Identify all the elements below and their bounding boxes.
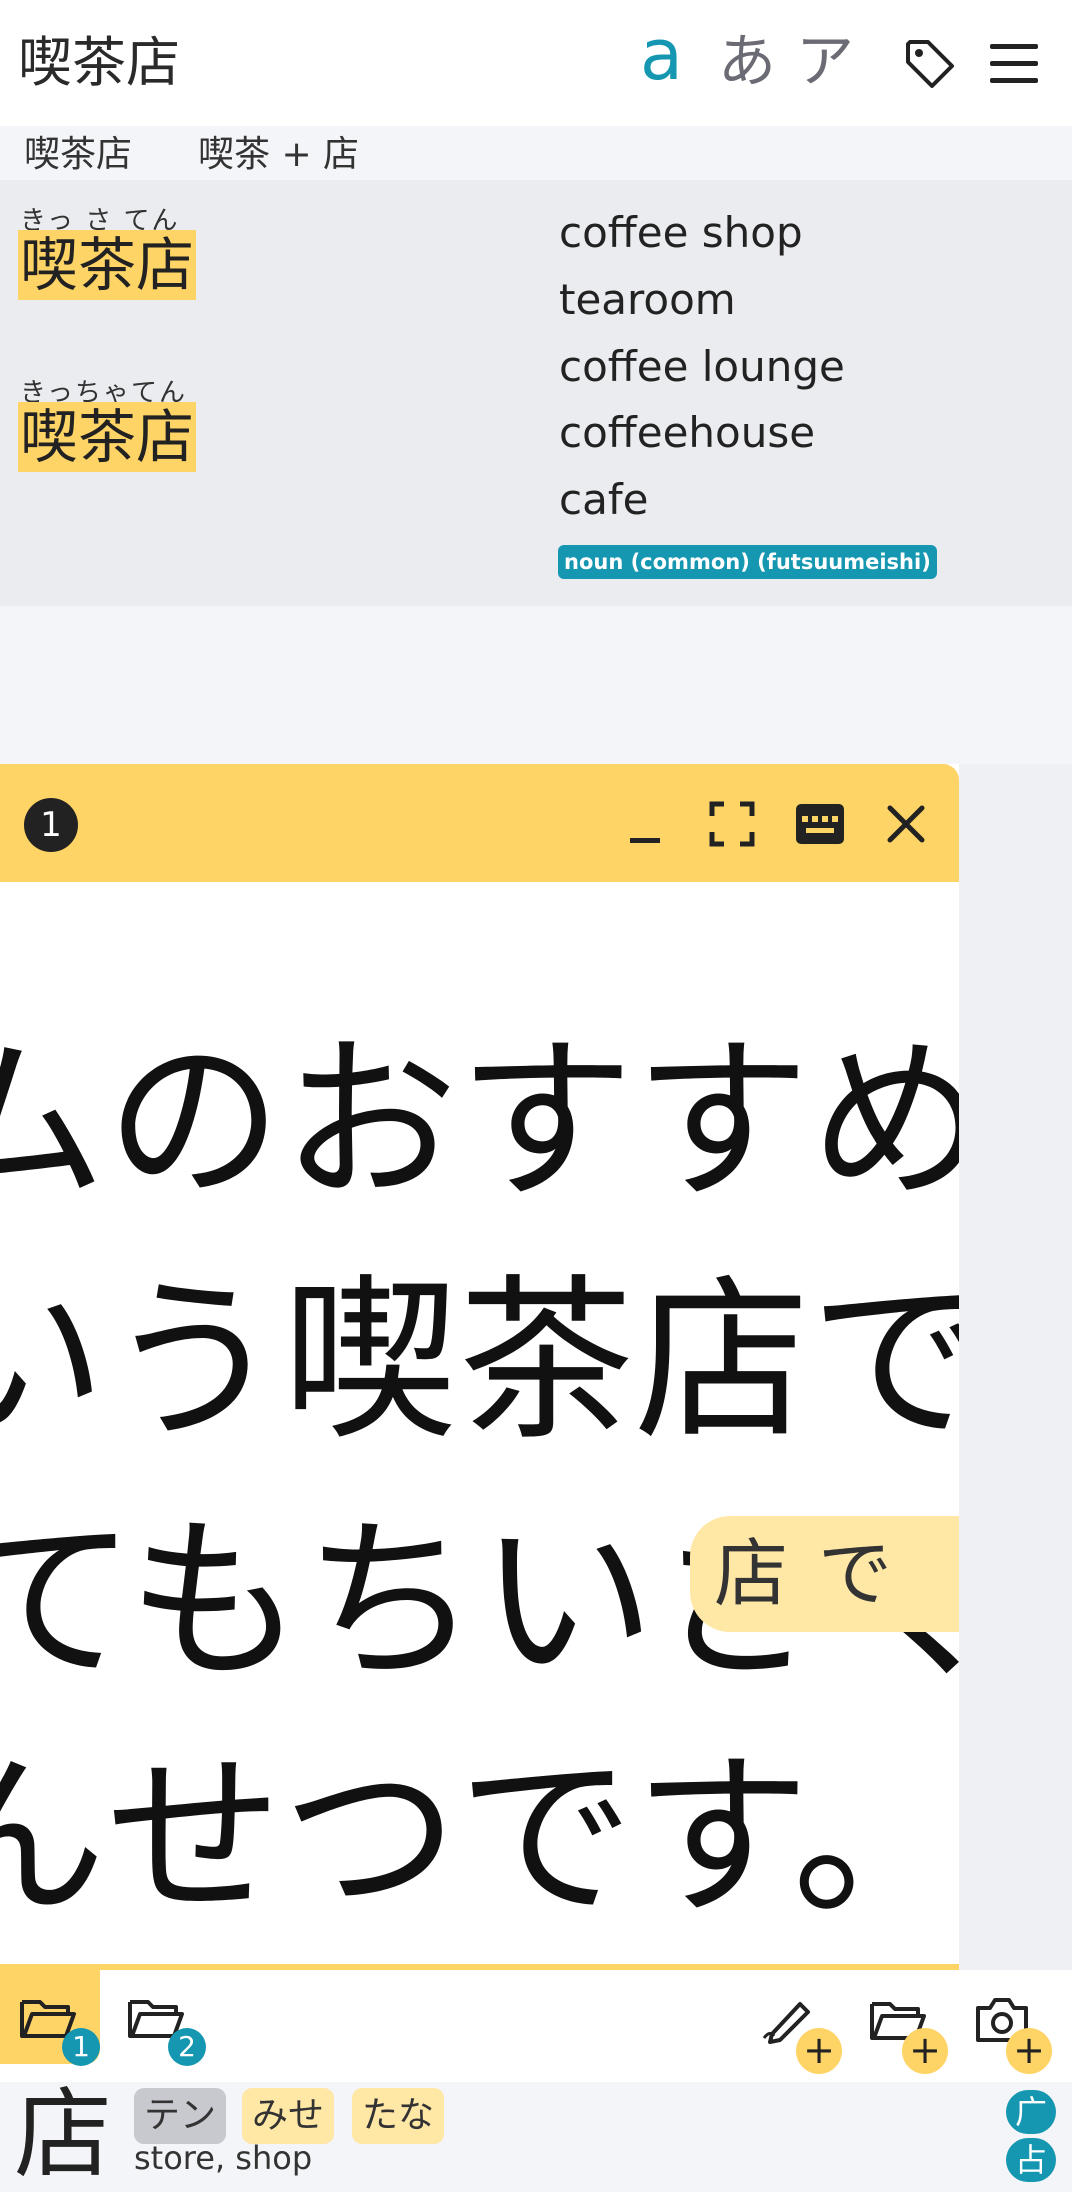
katakana-mode-button[interactable]: ア	[796, 26, 854, 96]
add-photo-button[interactable]: +	[1006, 2028, 1052, 2074]
panel-number-badge: 1	[24, 798, 78, 852]
gloss-item: cafe	[559, 475, 649, 524]
floating-image-panel: 1 ムのおすすめ いう喫茶店でで てもちいさくて んせつです。 店で	[0, 764, 959, 1970]
gloss-item: coffeehouse	[559, 408, 816, 457]
tab-number-badge: 2	[168, 2028, 206, 2066]
panel-side-strip	[959, 764, 1072, 1970]
image-text-line: んせつです。	[0, 1735, 959, 1940]
selection-bubble[interactable]: 店で	[690, 1516, 959, 1632]
minimize-icon[interactable]	[615, 794, 675, 854]
romaji-mode-button[interactable]: a	[640, 20, 683, 90]
add-handwriting-button[interactable]: +	[796, 2028, 842, 2074]
kanji-meaning: store, shop	[134, 2139, 313, 2177]
page-title: 喫茶店	[18, 31, 180, 94]
gloss-item: coffee shop	[559, 208, 803, 257]
fullscreen-icon[interactable]	[702, 794, 762, 854]
kanji-radical[interactable]: 占	[1006, 2138, 1056, 2182]
hiragana-mode-button[interactable]: あ	[718, 26, 776, 96]
segment-whole[interactable]: 喫茶店	[24, 130, 132, 180]
segmentation-row	[0, 126, 1072, 180]
gloss-item: coffee lounge	[559, 342, 845, 391]
entry-kanji[interactable]: 喫茶店	[18, 402, 197, 472]
gloss-item: tearoom	[559, 275, 736, 324]
close-icon[interactable]	[876, 794, 936, 854]
hamburger-menu-icon[interactable]	[990, 44, 1038, 84]
image-text-line: ムのおすすめ	[0, 1019, 959, 1224]
kanji-radical[interactable]: 广	[1006, 2090, 1056, 2134]
tab-number-badge: 1	[62, 2028, 100, 2066]
kanji-kunyomi-reading[interactable]: たな	[352, 2088, 445, 2144]
ocr-image-view[interactable]: ムのおすすめ いう喫茶店でで てもちいさくて んせつです。 店で	[0, 882, 959, 1970]
add-file-button[interactable]: +	[902, 2028, 948, 2074]
keyboard-icon[interactable]	[790, 794, 850, 854]
entry-kanji[interactable]: 喫茶店	[18, 230, 197, 300]
tag-icon[interactable]	[904, 38, 956, 90]
kanji-character[interactable]: 店	[14, 2080, 112, 2190]
part-of-speech-badge: noun (common) (futsuumeishi)	[558, 545, 937, 579]
segment-split[interactable]: 喫茶 + 店	[198, 130, 359, 180]
image-text-line: いう喫茶店でで	[0, 1259, 959, 1464]
